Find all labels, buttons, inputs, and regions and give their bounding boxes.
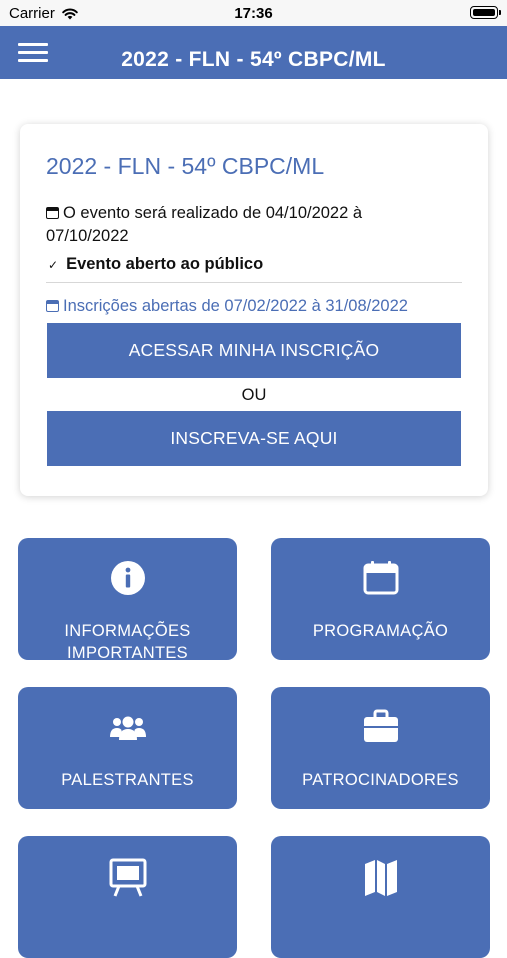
status-bar: Carrier 17:36 xyxy=(0,0,507,26)
calendar-icon xyxy=(271,560,490,596)
tile-speakers[interactable]: PALESTRANTES xyxy=(18,687,237,809)
registration-text: Inscrições abertas de 07/02/2022 à 31/08… xyxy=(63,297,408,315)
tile-label: INFORMAÇÕES xyxy=(64,622,191,640)
navbar: 2022 - FLN - 54º CBPC/ML xyxy=(0,26,507,79)
tile-presentations[interactable] xyxy=(18,836,237,958)
event-date-text: O evento será realizado de 04/10/2022 à … xyxy=(46,204,363,245)
clock: 17:36 xyxy=(234,5,273,22)
tile-label: IMPORTANTES xyxy=(67,644,188,660)
event-date: O evento será realizado de 04/10/2022 à … xyxy=(46,202,446,248)
calendar-small-icon xyxy=(46,207,59,219)
event-card: 2022 - FLN - 54º CBPC/ML O evento será r… xyxy=(20,124,488,496)
tile-label: PATROCINADORES xyxy=(302,771,459,789)
info-icon xyxy=(18,560,237,596)
tile-label: PALESTRANTES xyxy=(61,771,194,789)
tile-map[interactable] xyxy=(271,836,490,958)
divider xyxy=(46,282,462,283)
users-icon xyxy=(18,715,237,741)
registration-period: Inscrições abertas de 07/02/2022 à 31/08… xyxy=(46,297,408,316)
map-icon xyxy=(271,858,490,898)
check-icon: ✓ xyxy=(48,258,59,272)
access-registration-button[interactable]: ACESSAR MINHA INSCRIÇÃO xyxy=(47,323,461,378)
easel-icon xyxy=(18,858,237,898)
event-title: 2022 - FLN - 54º CBPC/ML xyxy=(46,153,325,179)
event-public-text: Evento aberto ao público xyxy=(66,255,264,273)
battery-icon xyxy=(470,6,501,19)
event-public-notice: ✓ Evento aberto ao público xyxy=(48,255,263,274)
tile-schedule[interactable]: PROGRAMAÇÃO xyxy=(271,538,490,660)
calendar-small-icon xyxy=(46,300,59,312)
tile-important-info[interactable]: INFORMAÇÕES IMPORTANTES xyxy=(18,538,237,660)
briefcase-icon xyxy=(271,709,490,743)
signup-button[interactable]: INSCREVA-SE AQUI xyxy=(47,411,461,466)
tile-sponsors[interactable]: PATROCINADORES xyxy=(271,687,490,809)
or-separator: OU xyxy=(241,386,267,404)
tile-label: PROGRAMAÇÃO xyxy=(312,622,449,640)
page-title: 2022 - FLN - 54º CBPC/ML xyxy=(121,48,386,71)
